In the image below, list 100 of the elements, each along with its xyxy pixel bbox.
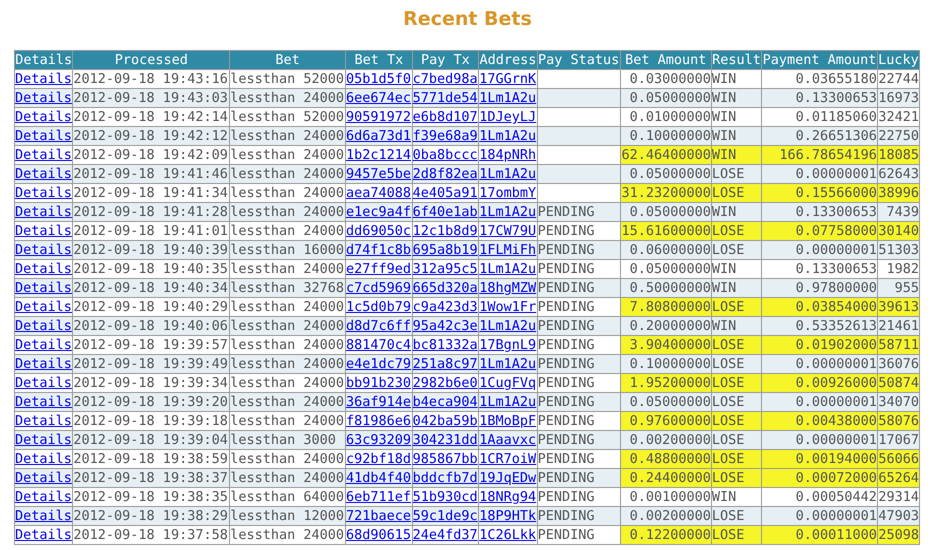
transaction-link[interactable]: 6d6a73d1 [346,128,412,144]
transaction-link[interactable]: bc81332a [412,337,478,353]
transaction-link[interactable]: e1ec9a4f [346,204,412,220]
transaction-link[interactable]: 59c1de9c [412,508,478,524]
details-link[interactable]: Details [15,242,72,258]
details-link[interactable]: Details [15,432,72,448]
transaction-link[interactable]: aea74088 [346,185,412,201]
address-link[interactable]: 1C26Lkk [479,527,536,543]
transaction-link[interactable]: 4e405a91 [412,185,478,201]
address-link[interactable]: 1Lm1A2u [479,128,536,144]
details-link[interactable]: Details [15,489,72,505]
details-link[interactable]: Details [15,413,72,429]
transaction-link[interactable]: 24e4fd37 [412,527,478,543]
address-link[interactable]: 17BgnL9 [479,337,536,353]
address-link[interactable]: 1Aaavxc [479,432,536,448]
transaction-link[interactable]: 63c93209 [346,432,412,448]
transaction-link[interactable]: 05b1d5f0 [346,71,412,87]
transaction-link[interactable]: 695a8b19 [412,242,478,258]
details-link[interactable]: Details [15,318,72,334]
transaction-link[interactable]: 251a8c97 [412,356,478,372]
transaction-link[interactable]: 90591972 [346,109,412,125]
transaction-link[interactable]: 6eb711ef [346,489,412,505]
transaction-link[interactable]: 2982b6e0 [412,375,478,391]
transaction-link[interactable]: 36af914e [346,394,412,410]
transaction-link[interactable]: c7bed98a [412,71,478,87]
transaction-link[interactable]: 1b2c1214 [346,147,412,163]
details-link[interactable]: Details [15,185,72,201]
transaction-link[interactable]: 5771de54 [412,90,478,106]
transaction-link[interactable]: f81986e6 [346,413,412,429]
details-link[interactable]: Details [15,451,72,467]
transaction-link[interactable]: 721baece [346,508,412,524]
address-link[interactable]: 18hgMZW [479,280,536,296]
address-link[interactable]: 18P9HTk [479,508,536,524]
transaction-link[interactable]: 9457e5be [346,166,412,182]
address-link[interactable]: 19JqEDw [479,470,536,486]
details-link[interactable]: Details [15,166,72,182]
transaction-link[interactable]: d74f1c8b [346,242,412,258]
details-link[interactable]: Details [15,90,72,106]
details-link[interactable]: Details [15,223,72,239]
address-link[interactable]: 1Wow1Fr [479,299,536,315]
transaction-link[interactable]: 881470c4 [346,337,412,353]
details-link[interactable]: Details [15,71,72,87]
transaction-link[interactable]: 304231dd [412,432,478,448]
transaction-link[interactable]: c92bf18d [346,451,412,467]
transaction-link[interactable]: 312a95c5 [412,261,478,277]
address-link[interactable]: 184pNRh [479,147,536,163]
address-link[interactable]: 17CW79U [479,223,536,239]
details-link[interactable]: Details [15,299,72,315]
details-link[interactable]: Details [15,109,72,125]
transaction-link[interactable]: 2d8f82ea [412,166,478,182]
details-link[interactable]: Details [15,204,72,220]
address-link[interactable]: 1FLMiFh [479,242,536,258]
address-link[interactable]: 1Lm1A2u [479,166,536,182]
details-link[interactable]: Details [15,375,72,391]
transaction-link[interactable]: 51b930cd [412,489,478,505]
details-link[interactable]: Details [15,470,72,486]
transaction-link[interactable]: dd69050c [346,223,412,239]
address-link[interactable]: 1Lm1A2u [479,261,536,277]
transaction-link[interactable]: 12c1b8d9 [412,223,478,239]
transaction-link[interactable]: 0ba8bccc [412,147,478,163]
address-link[interactable]: 1Lm1A2u [479,318,536,334]
transaction-link[interactable]: 665d320a [412,280,478,296]
details-link[interactable]: Details [15,280,72,296]
transaction-link[interactable]: c9a423d3 [412,299,478,315]
address-link[interactable]: 1Lm1A2u [479,394,536,410]
transaction-link[interactable]: 95a42c3e [412,318,478,334]
transaction-link[interactable]: 042ba59b [412,413,478,429]
address-link[interactable]: 1Lm1A2u [479,356,536,372]
details-link[interactable]: Details [15,527,72,543]
transaction-link[interactable]: 985867bb [412,451,478,467]
address-link[interactable]: 1Lm1A2u [479,90,536,106]
details-link[interactable]: Details [15,147,72,163]
transaction-link[interactable]: 41db4f40 [346,470,412,486]
transaction-link[interactable]: b4eca904 [412,394,478,410]
transaction-link[interactable]: 68d90615 [346,527,412,543]
transaction-link[interactable]: e27ff9ed [346,261,412,277]
transaction-link[interactable]: c7cd5969 [346,280,412,296]
transaction-link[interactable]: 1c5d0b79 [346,299,412,315]
transaction-link[interactable]: 6ee674ec [346,90,412,106]
transaction-link[interactable]: f39e68a9 [412,128,478,144]
address-link[interactable]: 1Lm1A2u [479,204,536,220]
transaction-link[interactable]: d8d7c6ff [346,318,412,334]
address-link[interactable]: 1CR7oiW [479,451,536,467]
address-link[interactable]: 18NRg94 [479,489,536,505]
transaction-link[interactable]: e6b8d107 [412,109,478,125]
transaction-link[interactable]: e4e1dc79 [346,356,412,372]
transaction-link[interactable]: bddcfb7d [412,470,478,486]
details-link[interactable]: Details [15,337,72,353]
details-link[interactable]: Details [15,356,72,372]
details-link[interactable]: Details [15,261,72,277]
transaction-link[interactable]: bb91b230 [346,375,412,391]
address-link[interactable]: 17ombmY [479,185,536,201]
details-link[interactable]: Details [15,508,72,524]
transaction-link[interactable]: 6f40e1ab [412,204,478,220]
address-link[interactable]: 1DJeyLJ [479,109,536,125]
address-link[interactable]: 1CugFVq [479,375,536,391]
details-link[interactable]: Details [15,128,72,144]
address-link[interactable]: 17GGrnK [479,71,536,87]
details-link[interactable]: Details [15,394,72,410]
address-link[interactable]: 1BMoBpF [479,413,536,429]
